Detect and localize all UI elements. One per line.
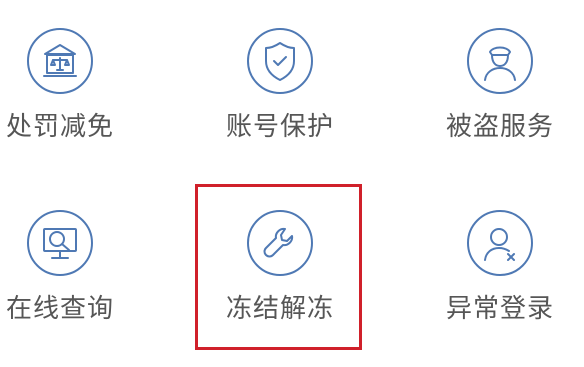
- tile-penalty-reduction[interactable]: 处罚减免: [0, 28, 135, 158]
- courthouse-scales-icon: [27, 28, 93, 94]
- tile-theft-service[interactable]: 被盗服务: [425, 28, 575, 158]
- monitor-magnifier-icon: [27, 210, 93, 276]
- tile-online-query[interactable]: 在线查询: [0, 210, 135, 340]
- selection-highlight: [195, 184, 362, 350]
- tile-label: 被盗服务: [445, 112, 554, 142]
- user-warning-icon: [467, 210, 533, 276]
- tile-label: 在线查询: [5, 294, 114, 324]
- tile-label: 处罚减免: [5, 112, 114, 142]
- tile-abnormal-login[interactable]: 异常登录: [425, 210, 575, 340]
- tile-label: 账号保护: [225, 112, 334, 142]
- police-officer-icon: [467, 28, 533, 94]
- tile-label: 异常登录: [445, 294, 554, 324]
- shield-check-icon: [247, 28, 313, 94]
- tile-account-protection[interactable]: 账号保护: [205, 28, 355, 158]
